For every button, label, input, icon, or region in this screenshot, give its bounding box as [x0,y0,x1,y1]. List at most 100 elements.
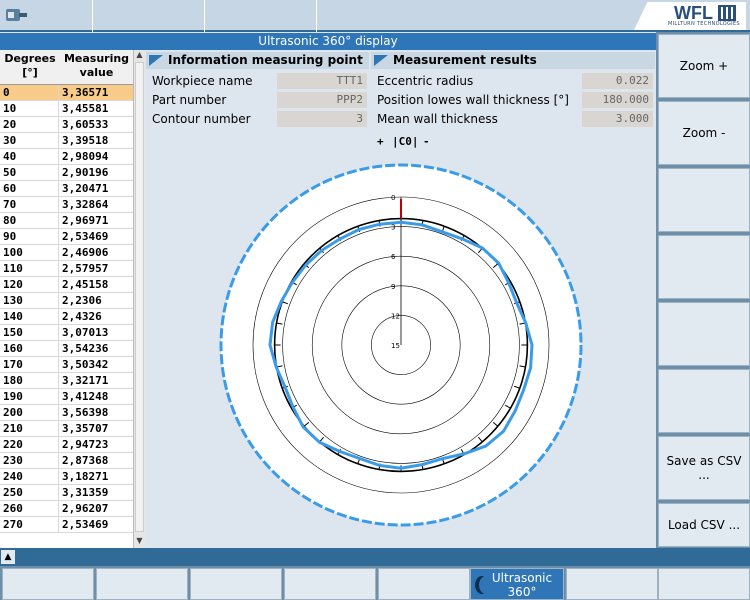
caret-up-icon[interactable]: ▲ [1,550,15,564]
bottom-softkey-2[interactable] [96,568,188,600]
column-divider [58,469,59,485]
cell-degrees: 70 [3,198,17,211]
softkey-zoom-plus[interactable]: Zoom + [658,34,750,98]
arrow-down-icon[interactable]: ▼ [134,536,145,548]
bottom-softkey-4[interactable] [284,568,376,600]
radial-tick-label: 9 [391,283,395,291]
zoom-plus-label[interactable]: + [377,135,384,148]
table-row[interactable]: 150 3,07013 [0,325,133,341]
radial-tick-label: 15 [391,342,400,350]
table-row[interactable]: 30 3,39518 [0,133,133,149]
cell-degrees: 200 [3,406,23,419]
top-bar: WFL MILLTURN TECHNOLOGIES [0,0,750,32]
softkey-label: Load CSV ... [667,518,741,532]
table-row[interactable]: 90 2,53469 [0,229,133,245]
softkey-load-csv[interactable]: Load CSV ... [658,503,750,547]
column-divider [58,197,59,213]
table-row[interactable]: 270 2,53469 [0,517,133,533]
column-divider [58,389,59,405]
table-row[interactable]: 210 3,35707 [0,421,133,437]
column-divider [58,277,59,293]
table-row[interactable]: 220 2,94723 [0,437,133,453]
table-row[interactable]: 170 3,50342 [0,357,133,373]
bottom-softkey-7[interactable] [566,568,658,600]
cell-value: 2,46906 [62,246,109,259]
bottom-softkey-1[interactable] [2,568,94,600]
table-row[interactable]: 110 2,57957 [0,261,133,277]
zoom-minus-label[interactable]: - [423,135,430,148]
bottom-strip: ▲ [0,548,750,566]
column-divider [58,85,59,101]
softkey-zoom-minus[interactable]: Zoom - [658,101,750,165]
cell-value: 3,54236 [62,342,109,355]
softkey-5[interactable] [658,302,750,366]
softkey-save-csv[interactable]: Save as CSV ... [658,436,750,500]
triangle-icon [374,55,388,66]
cell-value: 2,96971 [62,214,109,227]
column-divider [58,245,59,261]
table-row[interactable]: 10 3,45581 [0,101,133,117]
table-row[interactable]: 160 3,54236 [0,341,133,357]
top-slot-3[interactable] [205,0,317,32]
softkey-4[interactable] [658,235,750,299]
cell-degrees: 50 [3,166,17,179]
softkey-3[interactable] [658,168,750,232]
column-divider [58,309,59,325]
table-row[interactable]: 240 3,18271 [0,469,133,485]
softkey-bar-bottom: Ultrasonic 360° [0,566,750,600]
field-value: TTT1 [277,73,367,89]
scroll-thumb[interactable] [135,62,144,532]
cell-value: 2,87368 [62,454,109,467]
table-row[interactable]: 180 3,32171 [0,373,133,389]
column-divider [58,293,59,309]
softkey-6[interactable] [658,369,750,433]
cell-degrees: 20 [3,118,17,131]
table-row[interactable]: 190 3,41248 [0,389,133,405]
radial-tick-label: 12 [391,312,400,320]
cell-value: 2,94723 [62,438,109,451]
triangle-icon [149,55,163,66]
cell-degrees: 170 [3,358,23,371]
cell-value: 2,4326 [62,310,102,323]
table-row[interactable]: 120 2,45158 [0,277,133,293]
table-row[interactable]: 130 2,2306 [0,293,133,309]
table-row[interactable]: 80 2,96971 [0,213,133,229]
cell-value: 3,31359 [62,486,109,499]
radial-tick-label: 3 [391,224,395,232]
bottom-softkey-8[interactable] [658,568,750,600]
table-row[interactable]: 250 3,31359 [0,485,133,501]
table-row[interactable]: 60 3,20471 [0,181,133,197]
field-label: Eccentric radius [377,74,474,88]
softkey-label: Zoom + [679,59,729,73]
table-row[interactable]: 40 2,98094 [0,149,133,165]
radial-tick-label: 0 [391,194,395,202]
bottom-softkey-5[interactable] [378,568,470,600]
arrow-up-icon[interactable]: ▲ [134,50,145,62]
table-row[interactable]: 140 2,4326 [0,309,133,325]
top-slot-2[interactable] [93,0,205,32]
bottom-softkey-ultrasonic-360[interactable]: Ultrasonic 360° [470,568,564,600]
table-row[interactable]: 200 3,56398 [0,405,133,421]
cell-value: 3,20471 [62,182,109,195]
cell-degrees: 120 [3,278,23,291]
cell-degrees: 10 [3,102,17,115]
column-divider [58,485,59,501]
table-scrollbar[interactable]: ▲ ▼ [133,50,145,548]
field-value: 3 [277,111,367,127]
table-row[interactable]: 260 2,96207 [0,501,133,517]
cell-value: 3,32864 [62,198,109,211]
cell-value: 3,07013 [62,326,109,339]
field-position-lowest-wall: Position lowes wall thickness [°] 180.00… [371,91,655,109]
results-panel-title: Measurement results [393,53,537,67]
table-row[interactable]: 50 2,90196 [0,165,133,181]
table-row[interactable]: 70 3,32864 [0,197,133,213]
field-label: Part number [152,93,227,107]
table-row[interactable]: 230 2,87368 [0,453,133,469]
table-row[interactable]: 0 3,36571 [0,85,133,101]
table-row[interactable]: 20 3,60533 [0,117,133,133]
cell-value: 2,96207 [62,502,109,515]
table-header: Degrees [°] Measuring value [0,50,133,85]
table-row[interactable]: 100 2,46906 [0,245,133,261]
bottom-softkey-3[interactable] [190,568,282,600]
top-slot-tool[interactable] [0,0,93,32]
